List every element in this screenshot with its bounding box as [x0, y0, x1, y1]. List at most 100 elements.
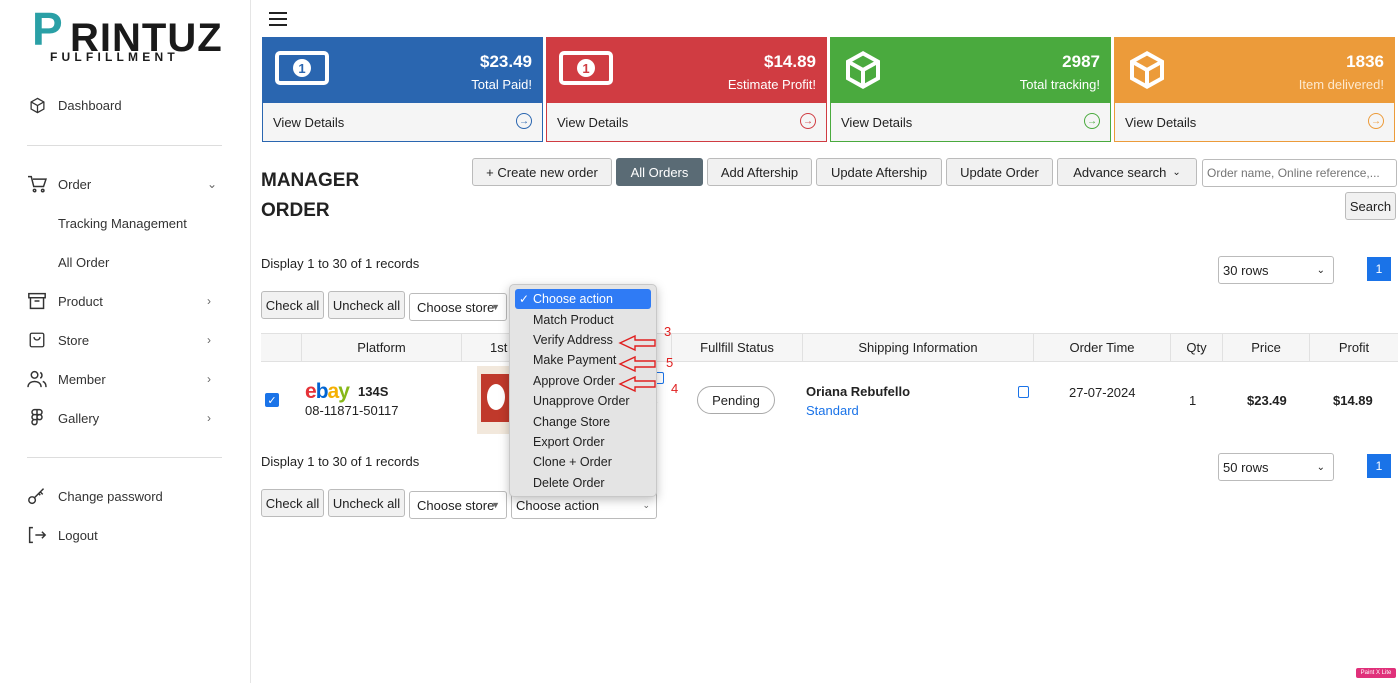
- header-platform: Platform: [301, 334, 461, 361]
- view-details-label: View Details: [1125, 115, 1197, 130]
- chevron-down-icon: ⌄: [1172, 166, 1181, 178]
- main-content: 1 $23.49 Total Paid! View Details → 1 $1…: [251, 0, 1400, 683]
- order-number: 08-11871-50117: [305, 403, 399, 418]
- copy-icon[interactable]: [1018, 386, 1029, 398]
- card-label: Estimate Profit!: [727, 77, 816, 92]
- sidebar-item-label: Member: [58, 371, 106, 387]
- table-row[interactable]: ✓ ebay 134S 08-11871-50117 S Pending Ori…: [261, 362, 1398, 438]
- sidebar-item-store[interactable]: Store ›: [0, 325, 251, 355]
- advance-search-button[interactable]: Advance search ⌄: [1057, 158, 1197, 186]
- row-checkbox[interactable]: ✓: [265, 393, 279, 407]
- header-profit: Profit: [1309, 334, 1398, 361]
- view-details-link[interactable]: View Details →: [1115, 103, 1394, 141]
- chevron-right-icon: ›: [207, 294, 211, 308]
- annotation-number: 5: [666, 355, 674, 370]
- view-details-link[interactable]: View Details →: [263, 103, 542, 141]
- menu-item-approve-order[interactable]: Approve Order: [510, 371, 656, 391]
- search-button[interactable]: Search: [1345, 192, 1396, 220]
- quantity: 1: [1189, 393, 1197, 408]
- records-count-bottom: Display 1 to 30 of 1 records: [261, 454, 420, 469]
- annotation-number: 3: [664, 324, 672, 339]
- update-order-button[interactable]: Update Order: [946, 158, 1053, 186]
- view-details-label: View Details: [273, 115, 345, 130]
- sidebar-item-order[interactable]: Order ⌄: [0, 169, 251, 199]
- menu-item-delete-order[interactable]: Delete Order: [510, 473, 656, 493]
- svg-text:1: 1: [582, 61, 589, 76]
- sidebar-subitem-all-order[interactable]: All Order: [58, 255, 109, 270]
- menu-item-make-payment[interactable]: Make Payment: [510, 350, 656, 370]
- check-all-button[interactable]: Check all: [261, 291, 324, 319]
- header-shipping-info: Shipping Information: [802, 334, 1033, 361]
- sidebar-item-label: Logout: [58, 527, 98, 543]
- hamburger-menu-icon[interactable]: [269, 12, 287, 26]
- shipping-method[interactable]: Standard: [806, 403, 859, 418]
- choose-action-value: Choose action: [516, 497, 600, 513]
- sidebar-divider: [27, 145, 222, 146]
- ebay-logo: ebay: [305, 380, 350, 403]
- card-amount: 2987: [1062, 52, 1100, 71]
- logout-icon: [27, 525, 47, 545]
- sidebar-item-gallery[interactable]: Gallery ›: [0, 403, 251, 433]
- view-details-link[interactable]: View Details →: [831, 103, 1110, 141]
- rows-per-page-select-top[interactable]: 30 rows ⌄: [1218, 256, 1334, 284]
- header-fulfill-status: Fullfill Status: [671, 334, 802, 361]
- create-order-button[interactable]: + Create new order: [472, 158, 612, 186]
- shopping-bag-icon: [27, 330, 47, 350]
- arrow-right-circle-icon: →: [1084, 113, 1100, 129]
- sidebar-item-change-password[interactable]: Change password: [0, 481, 251, 511]
- all-orders-button[interactable]: All Orders: [616, 158, 703, 186]
- records-count-top: Display 1 to 30 of 1 records: [261, 256, 420, 271]
- customer-name: Oriana Rebufello: [806, 384, 911, 399]
- header-checkbox-col: [261, 334, 301, 361]
- choose-store-select-bottom[interactable]: Choose store ▼: [409, 491, 507, 519]
- sidebar-item-member[interactable]: Member ›: [0, 364, 251, 394]
- printuz-logo[interactable]: P RINTUZ FULFILLMENT: [30, 3, 222, 64]
- menu-item-export-order[interactable]: Export Order: [510, 432, 656, 452]
- order-time: 27-07-2024: [1069, 385, 1136, 400]
- chevron-down-icon: ⌄: [1316, 264, 1325, 276]
- page-title-line1: MANAGER: [261, 170, 360, 191]
- sidebar-subitem-tracking[interactable]: Tracking Management: [58, 216, 187, 231]
- sidebar-item-label: Dashboard: [58, 97, 122, 113]
- arrow-right-circle-icon: →: [1368, 113, 1384, 129]
- archive-icon: [27, 291, 47, 311]
- menu-item-match-product[interactable]: Match Product: [510, 309, 656, 329]
- update-aftership-button[interactable]: Update Aftership: [816, 158, 942, 186]
- chevron-right-icon: ›: [207, 411, 211, 425]
- profit: $14.89: [1333, 393, 1373, 408]
- pagination-page-1[interactable]: 1: [1367, 257, 1391, 281]
- uncheck-all-button[interactable]: Uncheck all: [328, 489, 405, 517]
- sidebar-item-product[interactable]: Product ›: [0, 286, 251, 316]
- sidebar-item-dashboard[interactable]: Dashboard: [0, 90, 251, 120]
- card-header: 1836 Item delivered!: [1115, 38, 1394, 103]
- pagination-page-1[interactable]: 1: [1367, 454, 1391, 478]
- search-input[interactable]: [1202, 159, 1397, 187]
- annotation-number: 4: [671, 381, 679, 396]
- advance-search-label: Advance search: [1073, 164, 1167, 180]
- logo-p: P: [32, 3, 63, 55]
- sidebar-item-label: Change password: [58, 488, 163, 504]
- menu-item-unapprove-order[interactable]: Unapprove Order: [510, 391, 656, 411]
- arrow-right-circle-icon: →: [800, 113, 816, 129]
- view-details-link[interactable]: View Details →: [547, 103, 826, 141]
- menu-item-verify-address[interactable]: Verify Address: [510, 330, 656, 350]
- arrow-right-circle-icon: →: [516, 113, 532, 129]
- uncheck-all-button[interactable]: Uncheck all: [328, 291, 405, 319]
- add-aftership-button[interactable]: Add Aftership: [707, 158, 812, 186]
- rows-per-page-value: 30 rows: [1223, 262, 1269, 278]
- sidebar-item-logout[interactable]: Logout: [0, 520, 251, 550]
- rows-per-page-select-bottom[interactable]: 50 rows ⌄: [1218, 453, 1334, 481]
- users-icon: [27, 369, 47, 389]
- check-all-button[interactable]: Check all: [261, 489, 324, 517]
- card-label: Total Paid!: [471, 77, 532, 92]
- card-header: 2987 Total tracking!: [831, 38, 1110, 103]
- menu-item-change-store[interactable]: Change Store: [510, 411, 656, 431]
- page-title-line2: ORDER: [261, 200, 330, 221]
- page-title: MANAGER ORDER: [261, 166, 359, 226]
- caret-down-icon: ▼: [491, 302, 500, 312]
- sidebar-item-label: Order: [58, 176, 92, 192]
- store-code: 134S: [358, 384, 389, 399]
- choose-store-select-top[interactable]: Choose store ▼: [409, 293, 507, 321]
- menu-item-choose-action[interactable]: Choose action: [515, 289, 651, 310]
- menu-item-clone-order[interactable]: Clone + Order: [510, 452, 656, 472]
